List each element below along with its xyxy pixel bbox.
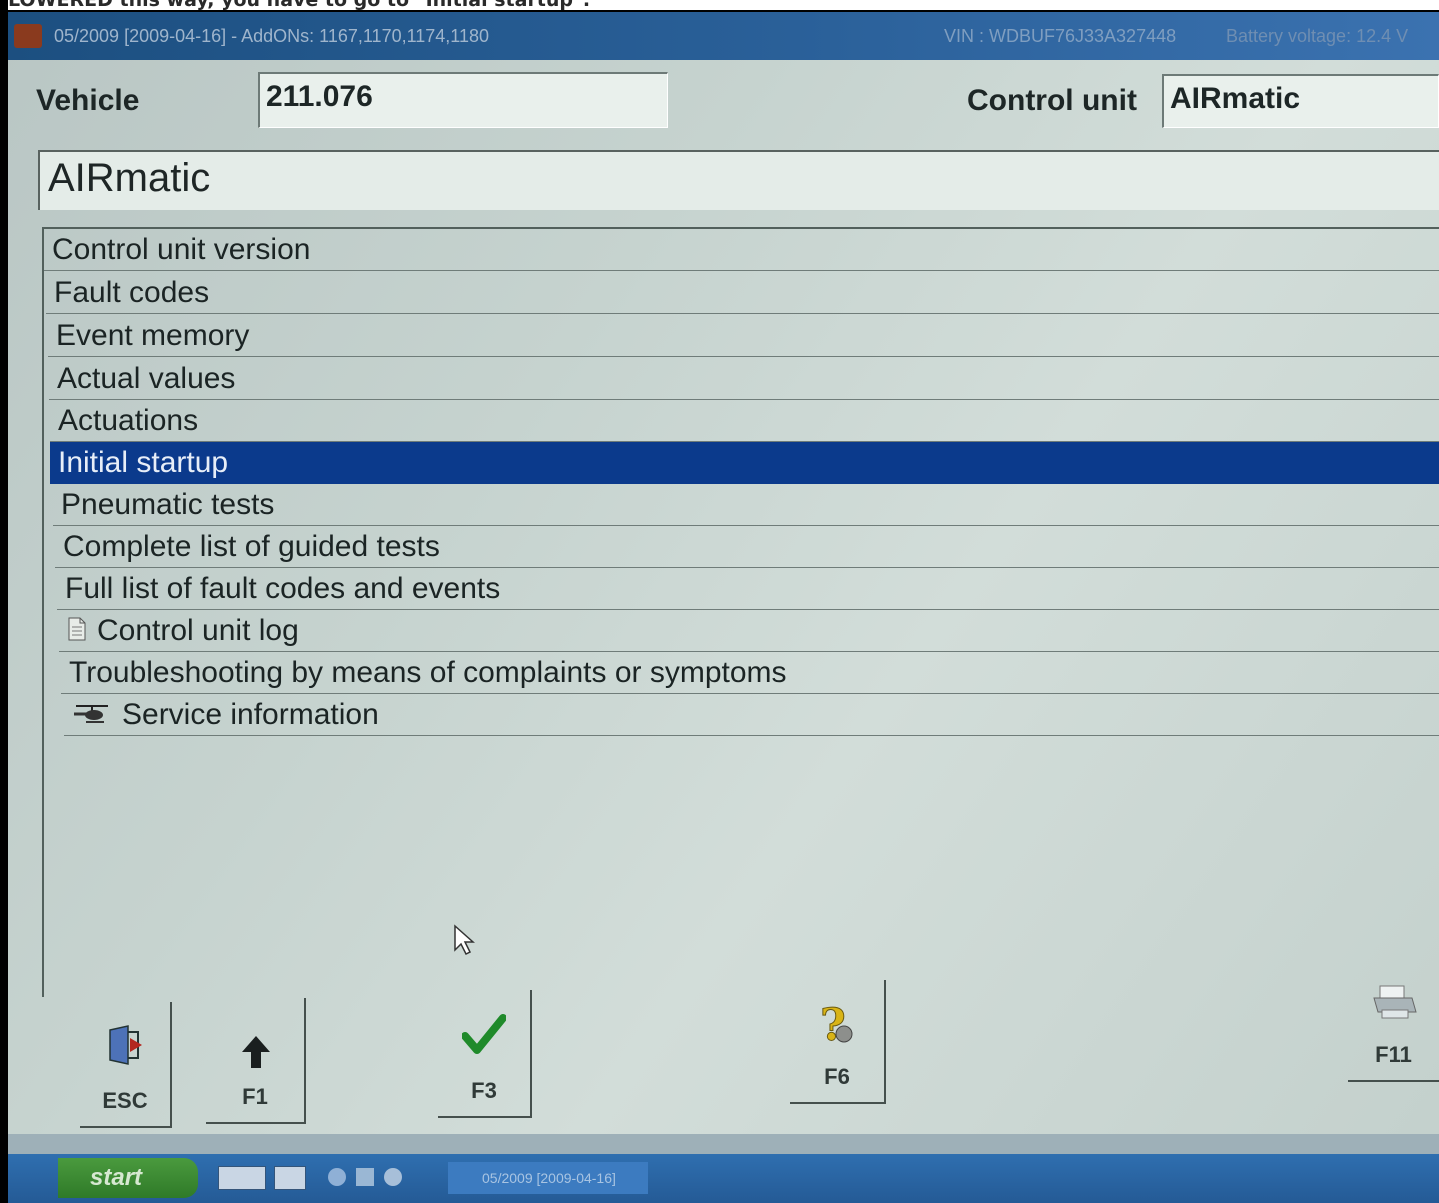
grid-icon[interactable]: [274, 1166, 306, 1190]
menu-item-label: Actual values: [57, 362, 236, 395]
menu-item-service-information[interactable]: Service information: [64, 694, 1439, 736]
up-arrow-icon: [242, 1036, 270, 1068]
task-label: 05/2009 [2009-04-16]: [482, 1170, 616, 1186]
title-bar: 05/2009 [2009-04-16] - AddONs: 1167,1170…: [8, 12, 1439, 60]
keyboard-icon[interactable]: [218, 1166, 266, 1190]
menu-item-actual-values[interactable]: Actual values: [49, 358, 1439, 400]
menu-item-label: Fault codes: [54, 276, 210, 309]
menu-item-label: Pneumatic tests: [61, 488, 275, 521]
document-icon: [67, 611, 87, 653]
menu-item-label: Complete list of guided tests: [63, 530, 440, 563]
f3-key-label: F3: [471, 1078, 497, 1103]
start-button[interactable]: start: [58, 1158, 198, 1198]
f1-button[interactable]: F1: [206, 998, 306, 1124]
menu-item-label: Control unit version: [52, 233, 311, 266]
control-unit-label: Control unit: [967, 84, 1137, 117]
menu-item-pneumatic-tests[interactable]: Pneumatic tests: [53, 484, 1439, 526]
checkmark-icon: [462, 1014, 506, 1054]
f3-button[interactable]: F3: [438, 990, 532, 1118]
start-label: start: [90, 1164, 143, 1191]
f11-key-label: F11: [1375, 1042, 1412, 1067]
menu-item-control-unit-version[interactable]: Control unit version: [44, 229, 1439, 271]
helicopter-icon: [72, 695, 112, 737]
menu-item-guided-tests[interactable]: Complete list of guided tests: [55, 526, 1439, 568]
exit-door-icon: [109, 1025, 142, 1065]
menu-item-event-memory[interactable]: Event memory: [48, 315, 1439, 357]
menu-item-label: Event memory: [56, 319, 250, 352]
menu-item-control-unit-log[interactable]: Control unit log: [59, 610, 1439, 652]
esc-button[interactable]: ESC: [80, 1002, 172, 1128]
menu-item-fault-codes[interactable]: Fault codes: [46, 272, 1439, 314]
caption-text: LOWERED this way, you have to go to "Ini…: [8, 0, 1439, 10]
vin-readout: VIN : WDBUF76J33A327448: [944, 26, 1177, 46]
function-menu: Control unit version Fault codes Event m…: [42, 227, 1439, 997]
vehicle-label: Vehicle: [36, 84, 140, 117]
window-title: 05/2009 [2009-04-16] - AddONs: 1167,1170…: [54, 26, 490, 46]
menu-item-label: Initial startup: [58, 446, 229, 479]
gear-icon[interactable]: [384, 1168, 402, 1186]
menu-item-actuations[interactable]: Actuations: [50, 400, 1439, 442]
windows-taskbar: start 05/2009 [2009-04-16]: [8, 1154, 1439, 1203]
esc-key-label: ESC: [102, 1088, 148, 1113]
control-unit-heading: AIRmatic: [38, 150, 1439, 210]
printer-icon: [1373, 985, 1417, 1019]
f6-button[interactable]: ? F6: [790, 980, 886, 1104]
f6-key-label: F6: [824, 1064, 850, 1089]
browser-icon[interactable]: [328, 1168, 346, 1186]
f11-button[interactable]: F11: [1348, 958, 1439, 1082]
menu-item-label: Troubleshooting by means of complaints o…: [69, 656, 787, 689]
help-question-icon: ?: [820, 1000, 853, 1048]
folder-icon[interactable]: [356, 1168, 374, 1186]
menu-item-label: Actuations: [58, 404, 199, 437]
f1-key-label: F1: [242, 1084, 268, 1109]
control-unit-field: AIRmatic: [1162, 74, 1439, 128]
menu-item-troubleshooting[interactable]: Troubleshooting by means of complaints o…: [61, 652, 1439, 694]
quick-launch-icons[interactable]: [218, 1166, 418, 1190]
menu-item-initial-startup[interactable]: Initial startup: [50, 442, 1439, 484]
taskbar-task-das[interactable]: 05/2009 [2009-04-16]: [448, 1162, 648, 1194]
menu-item-label: Service information: [122, 698, 379, 731]
app-logo-icon: [14, 24, 42, 48]
menu-item-full-fault-list[interactable]: Full list of fault codes and events: [57, 568, 1439, 610]
battery-voltage-readout: Battery voltage: 12.4 V: [1226, 26, 1409, 46]
menu-item-label: Control unit log: [97, 614, 299, 647]
mouse-cursor-icon: [454, 924, 475, 956]
vehicle-field: 211.076: [258, 72, 668, 128]
menu-item-label: Full list of fault codes and events: [65, 572, 501, 605]
diagnostic-screen: 05/2009 [2009-04-16] - AddONs: 1167,1170…: [8, 12, 1439, 1203]
